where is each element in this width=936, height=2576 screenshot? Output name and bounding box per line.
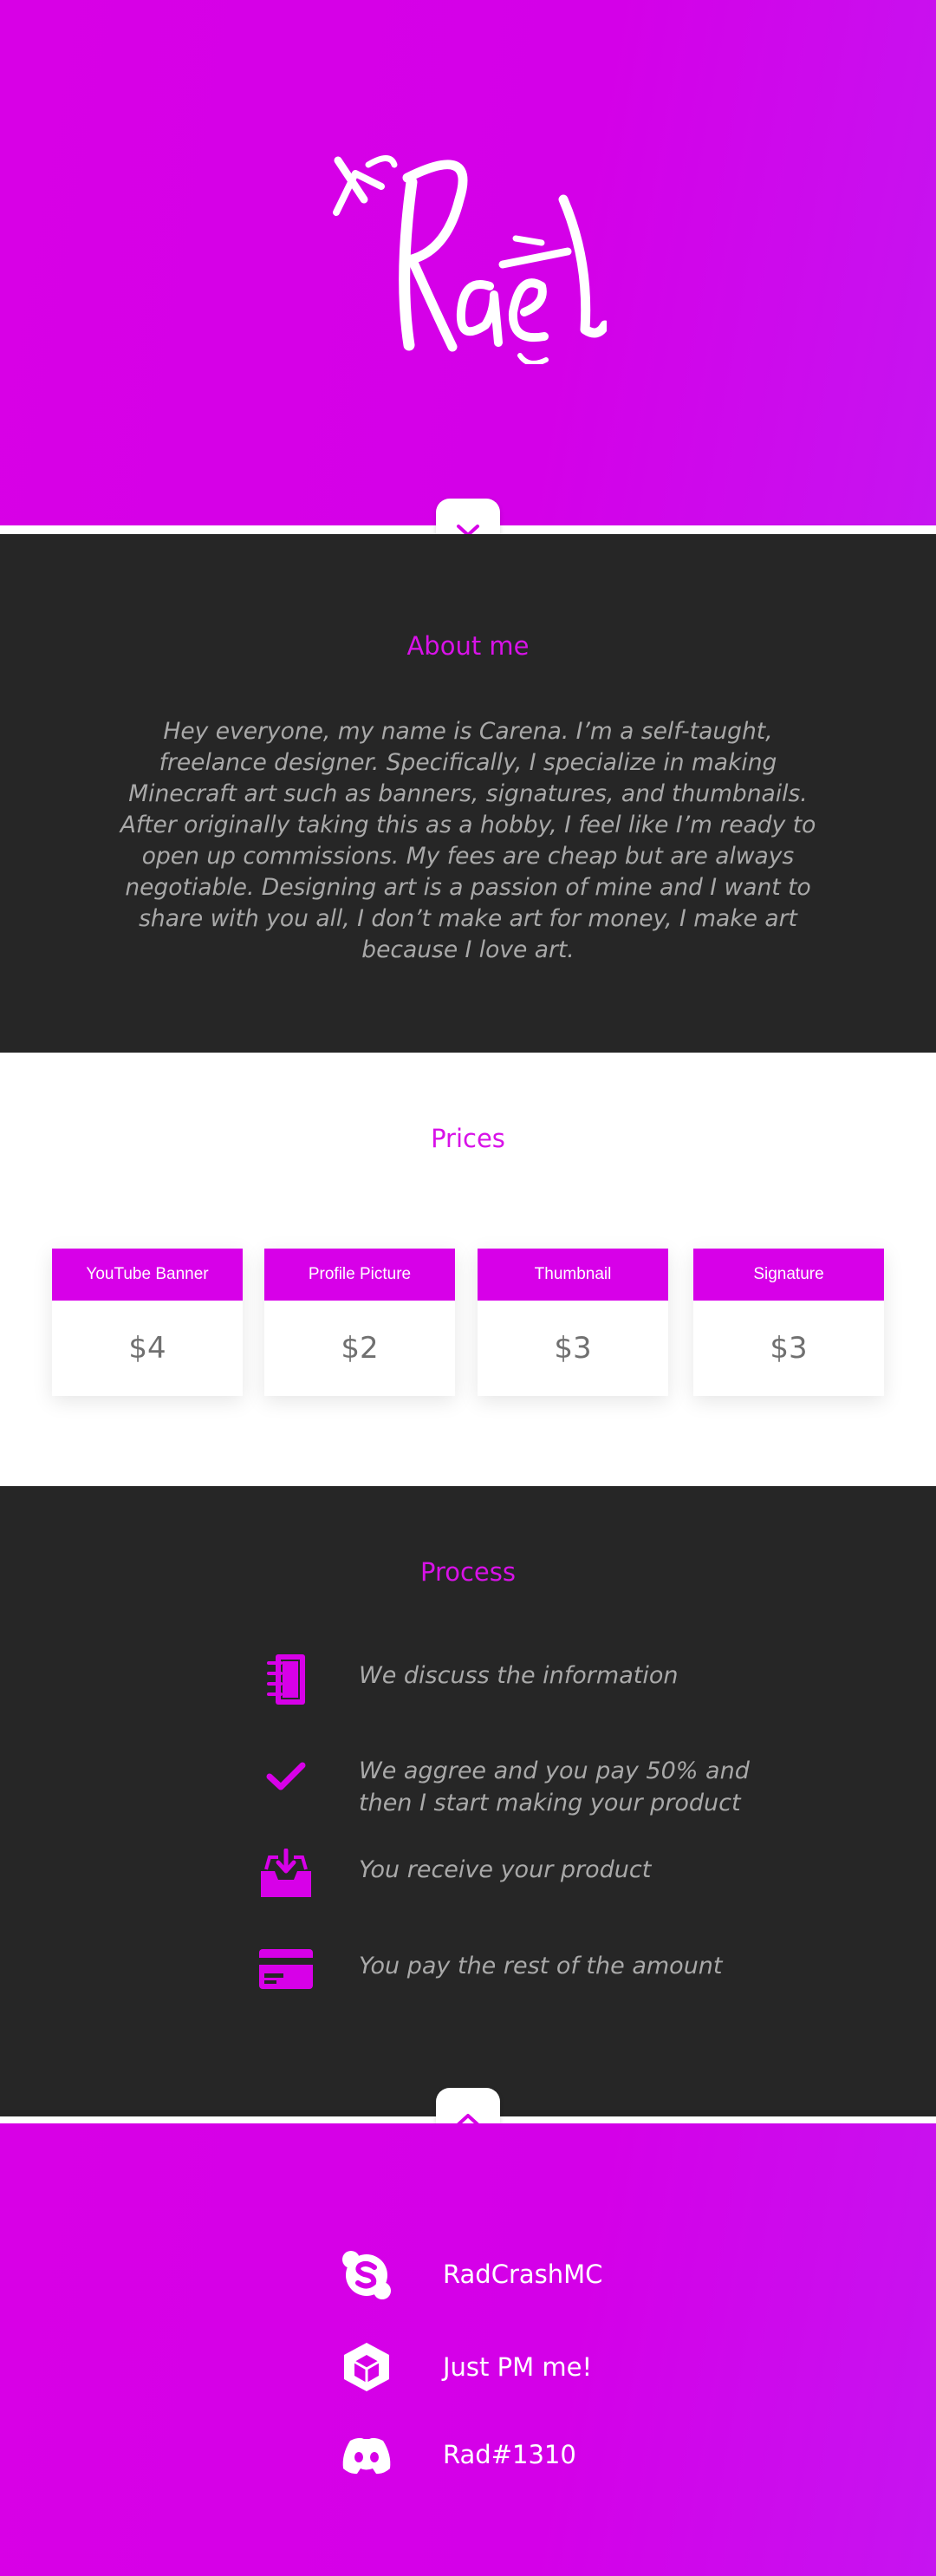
price-card-label: Thumbnail xyxy=(478,1249,668,1301)
notebook-icon xyxy=(251,1649,321,1710)
price-card-label: Profile Picture xyxy=(264,1249,455,1301)
discord-icon xyxy=(338,2427,395,2484)
price-card-value: $4 xyxy=(128,1331,166,1366)
skype-icon xyxy=(338,2247,395,2304)
process-step-text: We aggree and you pay 50% and then I sta… xyxy=(359,1758,750,1816)
price-card-thumbnail: Thumbnail $3 xyxy=(478,1249,668,1396)
price-card-youtube-banner: YouTube Banner $4 xyxy=(52,1249,243,1396)
price-card-label: YouTube Banner xyxy=(52,1249,243,1301)
checkmark-icon xyxy=(251,1746,321,1807)
process-step-text: You receive your product xyxy=(359,1856,652,1883)
about-title: About me xyxy=(406,631,530,661)
contact-section: RadCrashMC Just PM me! Rad#1310 xyxy=(0,2123,936,2576)
process-step-text: We discuss the information xyxy=(359,1662,679,1689)
prices-section: Prices YouTube Banner $4 Profile Picture… xyxy=(0,1053,936,1486)
process-step-text: You pay the rest of the amount xyxy=(359,1953,723,1979)
hero-section xyxy=(0,0,936,527)
contact-pm-text[interactable]: Just PM me! xyxy=(443,2352,592,2382)
prices-title: Prices xyxy=(431,1124,505,1153)
price-card-value: $2 xyxy=(341,1331,379,1366)
cube-icon xyxy=(338,2338,395,2396)
contact-discord-text[interactable]: Rad#1310 xyxy=(443,2440,576,2469)
contact-skype-text[interactable]: RadCrashMC xyxy=(443,2260,602,2289)
credit-card-icon xyxy=(251,1939,321,1999)
about-description: Hey everyone, my name is Carena. I’m a s… xyxy=(120,718,816,963)
price-card-value: $3 xyxy=(554,1331,592,1366)
price-card-label: Signature xyxy=(693,1249,884,1301)
price-card-value: $3 xyxy=(770,1331,808,1366)
process-section: Process We discuss the information We ag… xyxy=(0,1486,936,2116)
price-card-signature: Signature $3 xyxy=(693,1249,884,1396)
inbox-download-icon xyxy=(251,1843,321,1904)
price-card-profile-picture: Profile Picture $2 xyxy=(264,1249,455,1396)
process-title: Process xyxy=(419,1557,516,1587)
about-section: About me Hey everyone, my name is Carena… xyxy=(0,534,936,1053)
rad-logo xyxy=(333,155,607,364)
